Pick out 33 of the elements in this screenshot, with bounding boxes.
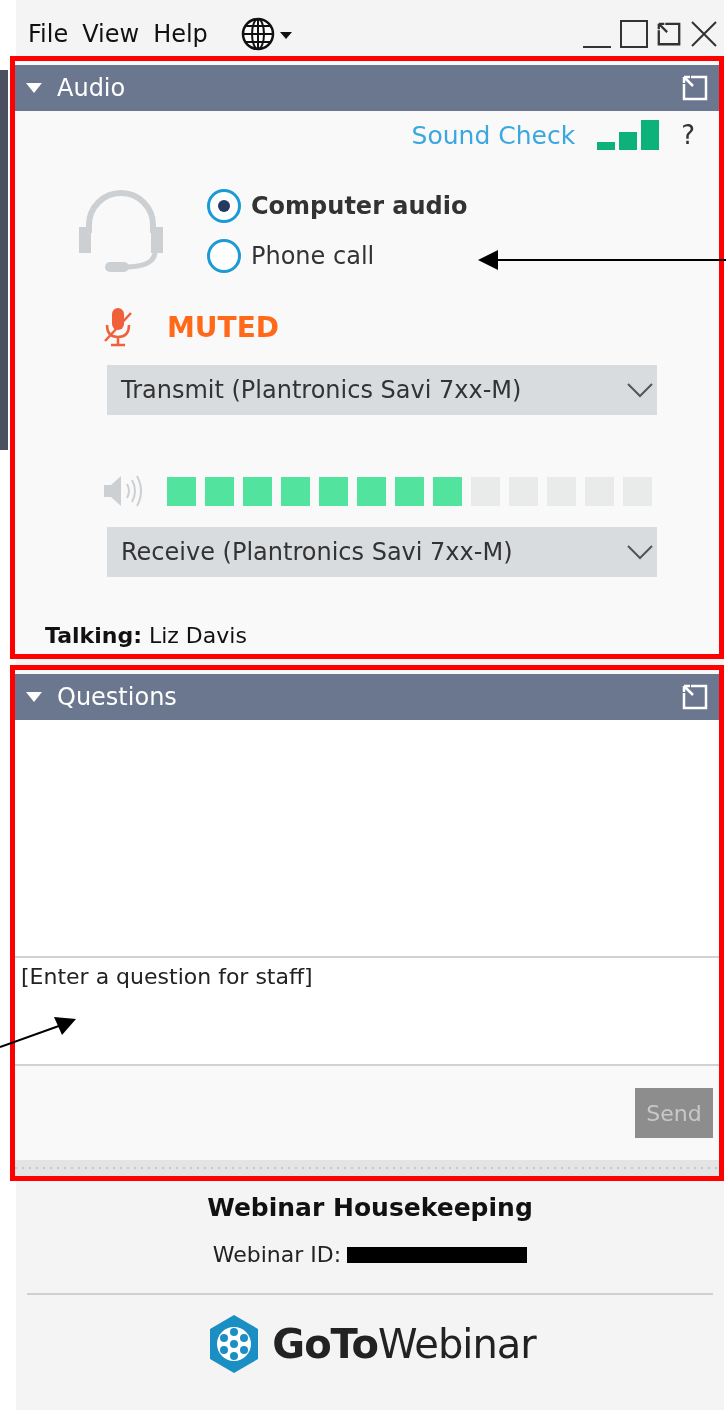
question-input[interactable]: [Enter a question for staff] — [15, 958, 719, 1066]
help-icon[interactable]: ? — [681, 120, 695, 150]
webinar-title: Webinar Housekeeping — [207, 1193, 533, 1222]
chevron-down-icon — [627, 544, 653, 560]
close-icon[interactable] — [690, 20, 718, 48]
receive-dropdown[interactable]: Receive (Plantronics Savi 7xx-M) — [107, 527, 657, 577]
transmit-dropdown[interactable]: Transmit (Plantronics Savi 7xx-M) — [107, 365, 657, 415]
panel-header[interactable]: Audio — [15, 65, 719, 111]
signal-bars-icon — [597, 120, 660, 150]
chevron-down-icon — [627, 382, 653, 398]
brand-wordmark: GoToWebinar — [272, 1321, 536, 1367]
panel-title: Audio — [57, 74, 126, 102]
audio-option[interactable]: Phone call — [207, 239, 468, 273]
panel-title: Questions — [57, 683, 177, 711]
menu-item[interactable]: View — [82, 20, 140, 48]
option-label: Computer audio — [251, 192, 468, 220]
radio-button[interactable] — [207, 239, 241, 273]
talking-status: Talking: Liz Davis — [44, 622, 248, 648]
pop-out-icon[interactable] — [656, 21, 682, 47]
menu-item[interactable]: Help — [153, 20, 208, 48]
audio-option[interactable]: Computer audio — [207, 189, 468, 223]
mute-status: MUTED — [167, 310, 280, 344]
collapse-icon[interactable] — [25, 690, 43, 704]
webinar-id-label: Webinar ID: — [212, 1242, 342, 1267]
speaker-icon — [103, 473, 145, 509]
resize-grip[interactable] — [15, 1160, 719, 1176]
panel-header[interactable]: Questions — [15, 674, 719, 720]
radio-button[interactable] — [207, 189, 241, 223]
maximize-icon[interactable] — [620, 20, 648, 48]
option-label: Phone call — [251, 242, 375, 270]
muted-microphone-icon[interactable] — [103, 307, 133, 347]
menu-item[interactable]: File — [28, 20, 69, 48]
collapse-icon[interactable] — [25, 81, 43, 95]
